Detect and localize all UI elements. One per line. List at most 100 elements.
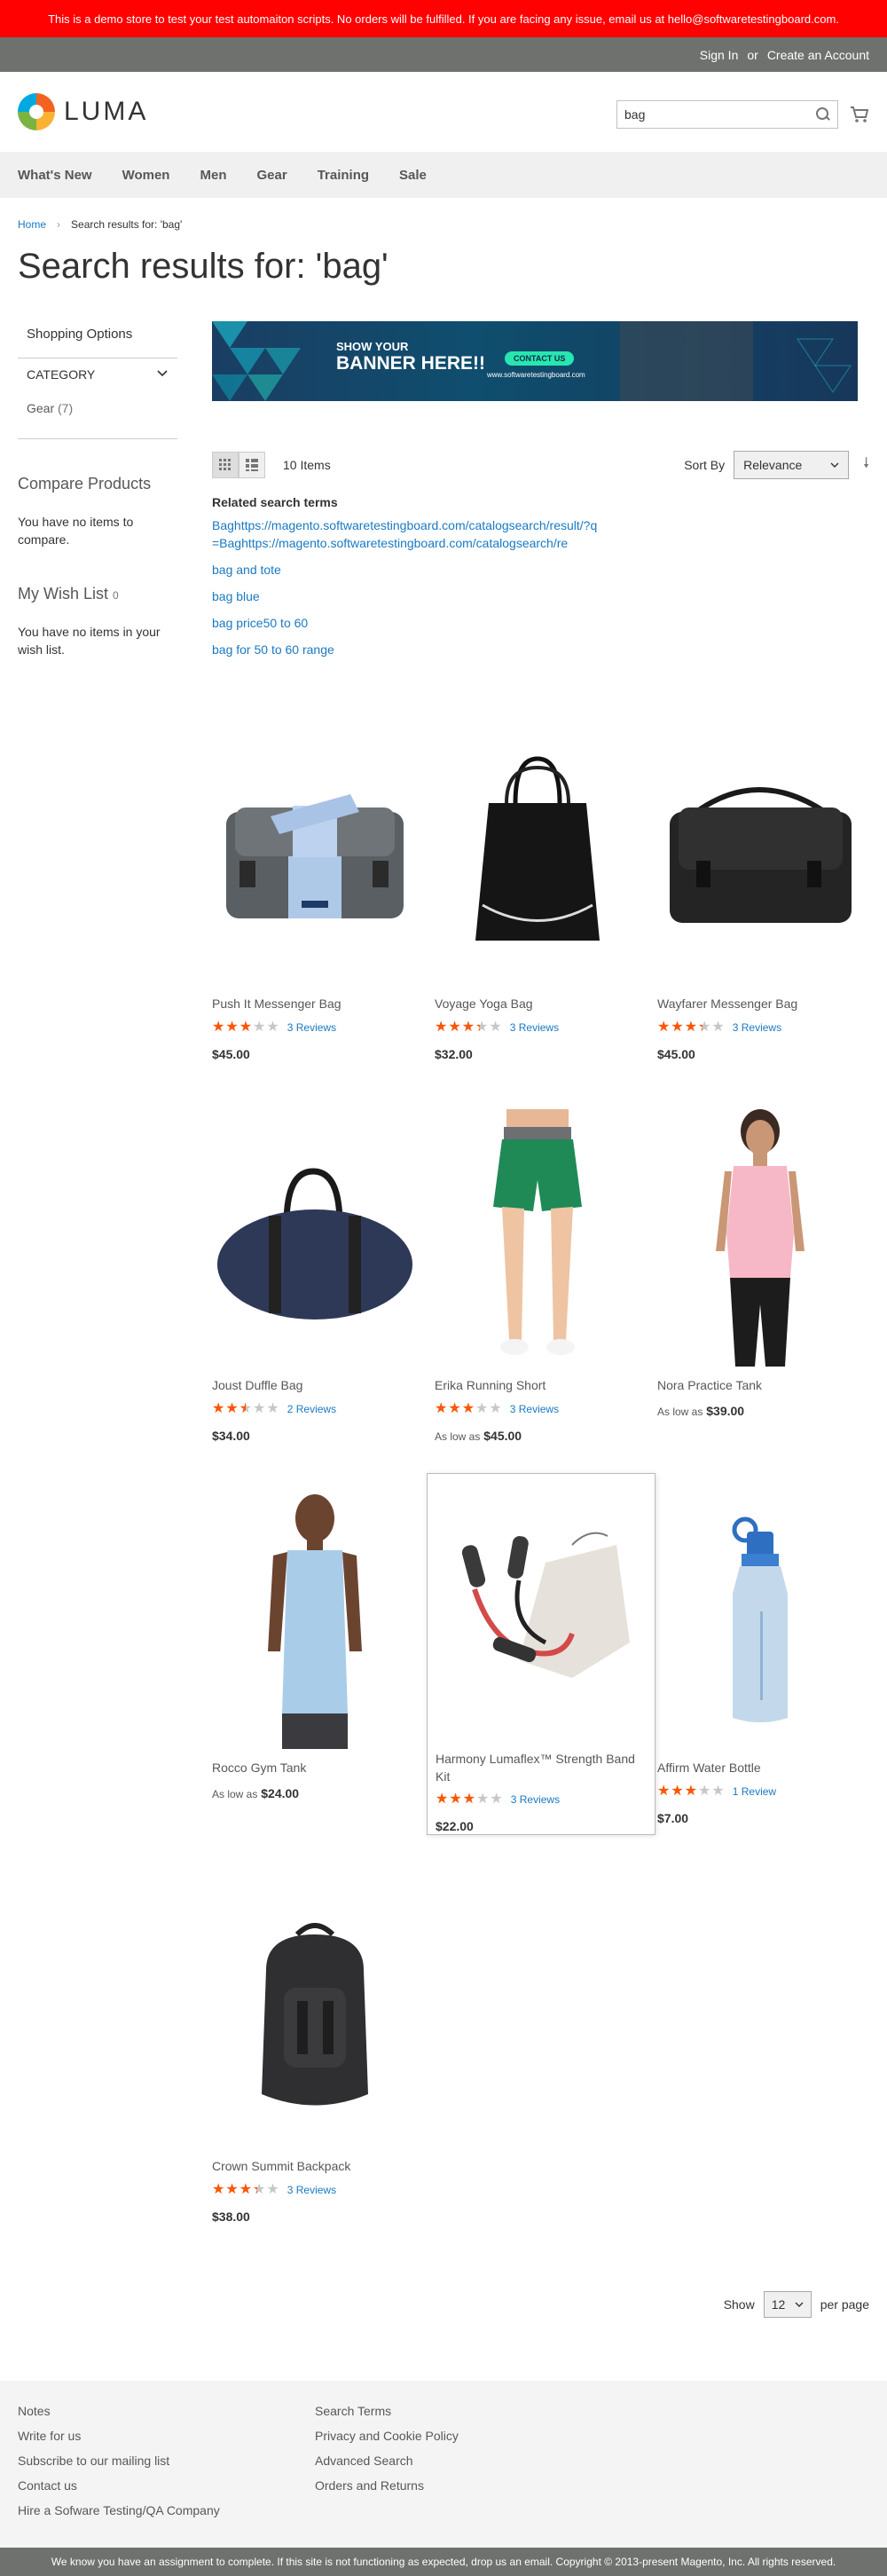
product-image[interactable] — [212, 728, 418, 985]
product-item[interactable]: Affirm Water Bottle ★★★★★★★★★★ 1 Review … — [657, 1492, 863, 1825]
backpack-image — [262, 1923, 368, 2106]
grid-mode-button[interactable] — [212, 452, 239, 478]
product-item[interactable]: Joust Duffle Bag ★★★★★★★★★★ 2 Reviews $3… — [212, 1109, 418, 1443]
filter-item-count: (7) — [58, 401, 74, 415]
product-item-hovered[interactable]: Harmony Lumaflex™ Strength Band Kit ★★★★… — [427, 1473, 655, 1835]
nav-gear[interactable]: Gear — [256, 168, 287, 183]
product-name[interactable]: Push It Messenger Bag — [212, 996, 418, 1013]
nav-sale[interactable]: Sale — [399, 168, 427, 183]
related-term-link[interactable]: bag for 50 to 60 range — [212, 641, 869, 658]
limiter-value: 12 — [771, 2297, 786, 2312]
product-name[interactable]: Affirm Water Bottle — [657, 1760, 863, 1777]
product-name[interactable]: Harmony Lumaflex™ Strength Band Kit — [436, 1751, 647, 1785]
category-filter-toggle[interactable]: CATEGORY — [27, 367, 169, 382]
product-image[interactable] — [657, 1109, 863, 1367]
related-term-link[interactable]: bag price50 to 60 — [212, 614, 869, 632]
duffle-bag-image — [216, 1168, 412, 1320]
product-item[interactable]: Rocco Gym Tank As low as $24.00 — [212, 1492, 418, 1800]
related-terms-title: Related search terms — [212, 495, 338, 509]
product-name[interactable]: Crown Summit Backpack — [212, 2158, 418, 2176]
product-image[interactable] — [435, 728, 640, 985]
messenger-bag-image — [669, 787, 852, 923]
shopping-options-title: Shopping Options — [27, 327, 133, 342]
gym-tank-image — [268, 1494, 362, 1749]
nav-whats-new[interactable]: What's New — [18, 168, 92, 183]
reviews-link[interactable]: 3 Reviews — [510, 1403, 559, 1415]
list-mode-button[interactable] — [239, 452, 265, 478]
footer-link-contact[interactable]: Contact us — [18, 2473, 220, 2498]
wishlist-empty-text: You have no items in your wish list. — [18, 624, 161, 657]
sort-direction-arrow-icon[interactable]: 🠗 — [863, 453, 869, 477]
banner-line1: SHOW YOUR — [336, 340, 409, 353]
related-term-link[interactable]: bag blue — [212, 587, 869, 605]
product-name[interactable]: Joust Duffle Bag — [212, 1377, 418, 1395]
product-name[interactable]: Erika Running Short — [435, 1377, 640, 1395]
reviews-link[interactable]: 3 Reviews — [511, 1793, 560, 1806]
limiter-select[interactable]: 12 — [763, 2291, 812, 2318]
product-name[interactable]: Nora Practice Tank — [657, 1377, 863, 1395]
product-name[interactable]: Voyage Yoga Bag — [435, 996, 640, 1013]
footer-link-privacy[interactable]: Privacy and Cookie Policy — [315, 2423, 459, 2448]
footer-link-hire[interactable]: Hire a Sofware Testing/QA Company — [18, 2498, 220, 2523]
banner-url: www.softwaretestingboard.com — [487, 371, 585, 379]
product-image[interactable] — [212, 1890, 418, 2147]
price-prefix: As low as — [435, 1430, 481, 1443]
product-image[interactable] — [212, 1109, 418, 1367]
category-filter-item-gear[interactable]: Gear (7) — [27, 401, 169, 415]
footer: Notes Write for us Subscribe to our mail… — [0, 2381, 887, 2548]
filter-item-label[interactable]: Gear — [27, 401, 54, 415]
reviews-link[interactable]: 2 Reviews — [287, 1403, 336, 1415]
rating-stars: ★★★★★★★★★★ — [657, 1019, 726, 1035]
rating-stars: ★★★★★★★★★★ — [212, 2181, 280, 2197]
reviews-link[interactable]: 3 Reviews — [287, 1021, 336, 1034]
cart-icon[interactable] — [850, 106, 869, 123]
search-input-value[interactable]: bag — [624, 107, 816, 122]
reviews-link[interactable]: 3 Reviews — [733, 1021, 781, 1034]
logo[interactable]: LUMA — [18, 93, 148, 130]
product-rating: ★★★★★★★★★★ 3 Reviews — [212, 1020, 418, 1035]
nav-men[interactable]: Men — [200, 168, 226, 183]
promo-banner[interactable]: SHOW YOUR BANNER HERE!! CONTACT US www.s… — [212, 321, 858, 401]
footer-link-advanced-search[interactable]: Advanced Search — [315, 2448, 459, 2473]
banner-line2: BANNER HERE!! — [336, 353, 485, 374]
search-input[interactable]: bag — [616, 100, 838, 129]
reviews-link[interactable]: 3 Reviews — [510, 1021, 559, 1034]
product-image[interactable] — [657, 728, 863, 985]
product-name[interactable]: Wayfarer Messenger Bag — [657, 996, 863, 1013]
product-item[interactable]: Wayfarer Messenger Bag ★★★★★★★★★★ 3 Revi… — [657, 728, 863, 1061]
chevron-right-icon: › — [57, 218, 61, 231]
product-price-box: As low as $45.00 — [435, 1429, 640, 1443]
breadcrumb: Home › Search results for: 'bag' — [18, 218, 182, 231]
rating-stars: ★★★★★★★★★★ — [435, 1019, 503, 1035]
product-item[interactable]: Voyage Yoga Bag ★★★★★★★★★★ 3 Reviews $32… — [435, 728, 640, 1061]
copyright: We know you have an assignment to comple… — [0, 2548, 887, 2576]
footer-link-search-terms[interactable]: Search Terms — [315, 2399, 459, 2423]
footer-link-orders-returns[interactable]: Orders and Returns — [315, 2473, 459, 2498]
footer-link-subscribe[interactable]: Subscribe to our mailing list — [18, 2448, 220, 2473]
product-item[interactable]: Nora Practice Tank As low as $39.00 — [657, 1109, 863, 1418]
product-image[interactable] — [436, 1483, 647, 1740]
footer-link-notes[interactable]: Notes — [18, 2399, 220, 2423]
nav-women[interactable]: Women — [122, 168, 170, 183]
product-item[interactable]: Push It Messenger Bag ★★★★★★★★★★ 3 Revie… — [212, 728, 418, 1061]
footer-link-write-for-us[interactable]: Write for us — [18, 2423, 220, 2448]
search-icon[interactable] — [816, 107, 830, 122]
nav-training[interactable]: Training — [318, 168, 369, 183]
product-image[interactable] — [657, 1492, 863, 1749]
product-item[interactable]: Erika Running Short ★★★★★★★★★★ 3 Reviews… — [435, 1109, 640, 1443]
product-name[interactable]: Rocco Gym Tank — [212, 1760, 418, 1777]
sort-select[interactable]: Relevance — [734, 451, 850, 479]
breadcrumb-home[interactable]: Home — [18, 218, 46, 231]
grid-icon — [219, 459, 231, 470]
product-image[interactable] — [435, 1109, 640, 1367]
wishlist-title-text: My Wish List — [18, 584, 109, 603]
product-item[interactable]: Crown Summit Backpack ★★★★★★★★★★ 3 Revie… — [212, 1890, 418, 2224]
related-term-link[interactable]: bag and tote — [212, 561, 869, 579]
reviews-link[interactable]: 3 Reviews — [287, 2184, 336, 2196]
banner-contact-button[interactable]: CONTACT US — [505, 351, 575, 366]
related-term-link[interactable]: Baghttps://magento.softwaretestingboard.… — [212, 516, 602, 552]
reviews-link[interactable]: 1 Review — [733, 1785, 776, 1798]
product-image[interactable] — [212, 1492, 418, 1749]
sign-in-link[interactable]: Sign In — [700, 48, 739, 62]
create-account-link[interactable]: Create an Account — [767, 48, 869, 62]
